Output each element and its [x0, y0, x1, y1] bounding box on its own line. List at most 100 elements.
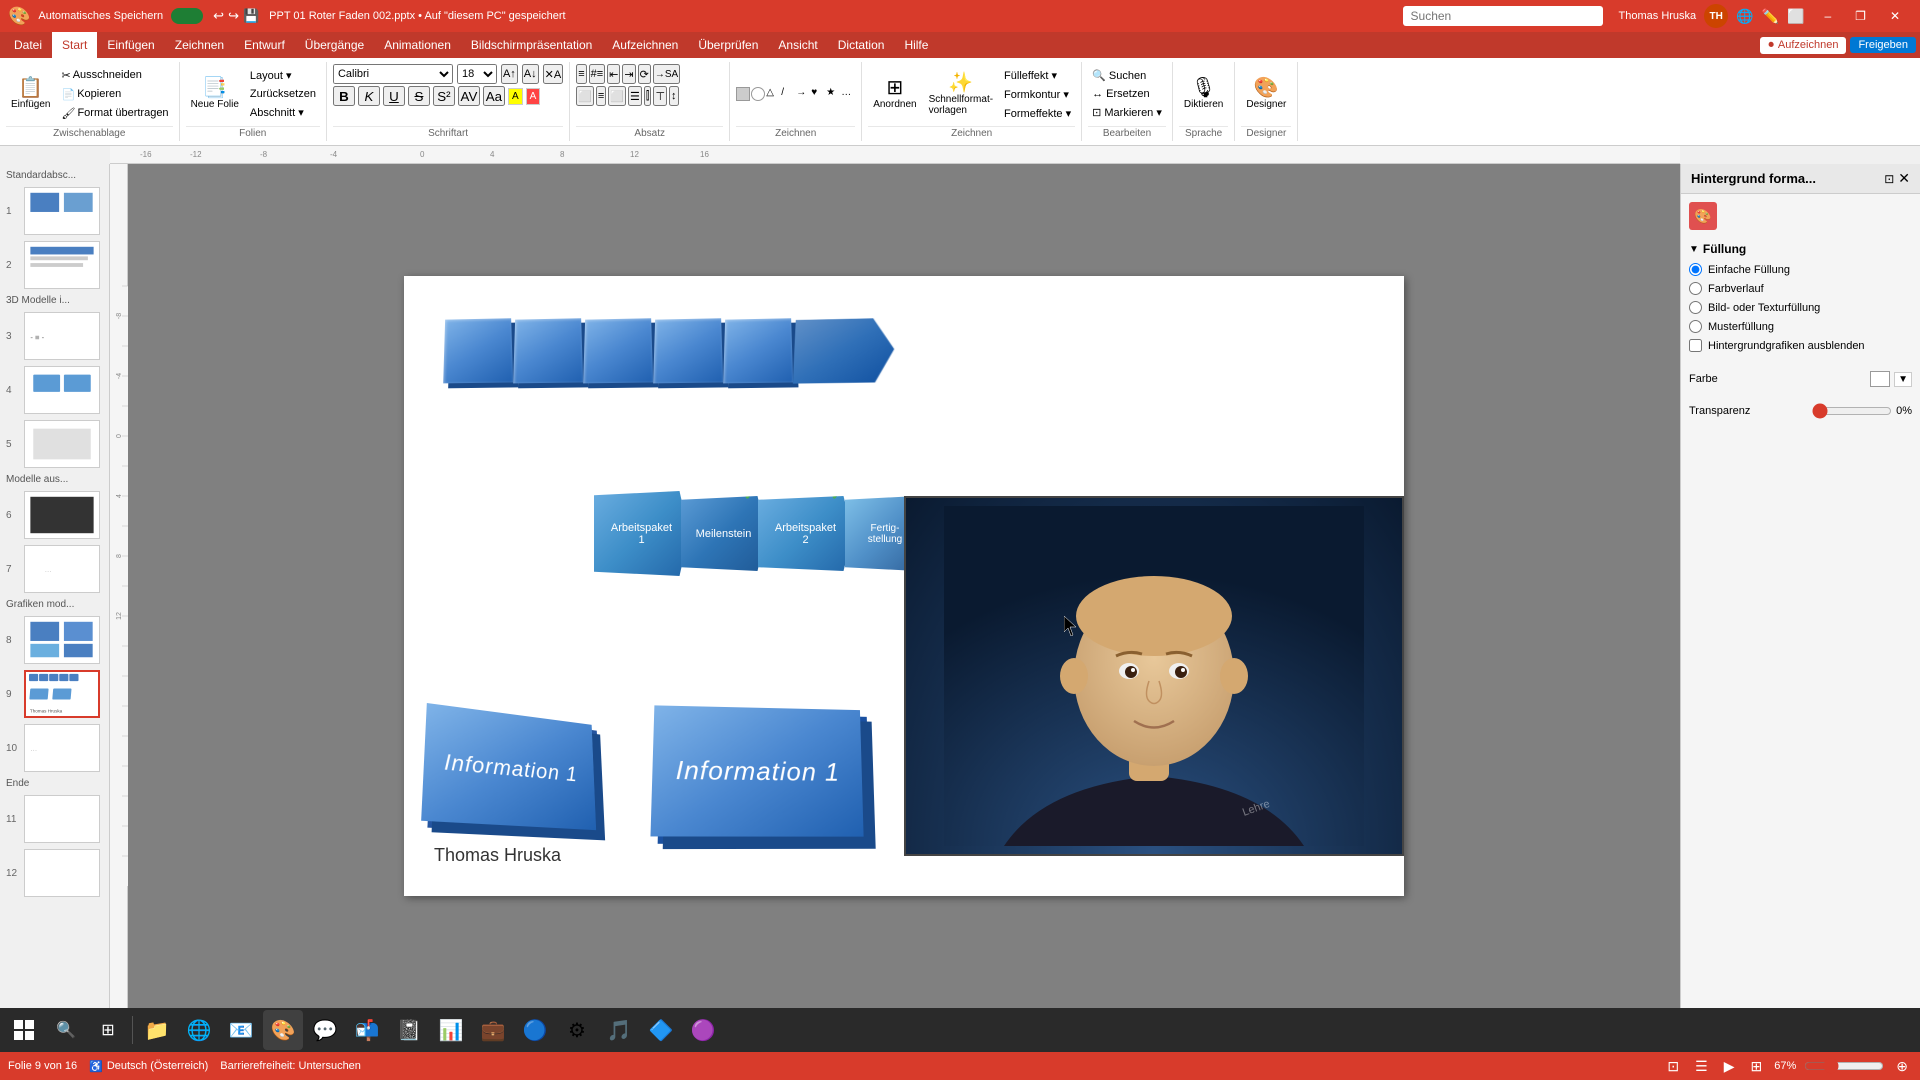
- key-arrow[interactable]: [793, 318, 896, 384]
- menu-item-uebergaenge[interactable]: Übergänge: [295, 32, 374, 58]
- col-btn[interactable]: ⫿: [644, 86, 652, 106]
- slide-thumb-7[interactable]: 7 ···: [2, 543, 107, 595]
- textalign-btn[interactable]: ⊤: [653, 86, 667, 106]
- format-transfer-btn[interactable]: 🖌 Format übertragen: [57, 105, 172, 122]
- slide-thumb-10[interactable]: 10 ···: [2, 722, 107, 774]
- shape-heart[interactable]: ♥: [811, 87, 825, 101]
- quick-style-btn[interactable]: ✨ Schnellformat-vorlagen: [924, 70, 998, 119]
- hide-bg-graphics-option[interactable]: Hintergrundgrafiken ausblenden: [1689, 336, 1912, 355]
- outlook-btn[interactable]: 📬: [347, 1010, 387, 1050]
- shape-more[interactable]: …: [841, 87, 855, 101]
- restore-btn[interactable]: ❐: [1843, 0, 1878, 32]
- onenote-btn[interactable]: 📓: [389, 1010, 429, 1050]
- section-toggle-filling[interactable]: ▼ Füllung: [1689, 238, 1912, 260]
- key-1[interactable]: [443, 318, 513, 383]
- shape-star[interactable]: ★: [826, 87, 840, 101]
- slack-btn[interactable]: 💼: [473, 1010, 513, 1050]
- app-btn-5[interactable]: 🟣: [683, 1010, 723, 1050]
- clear-format-btn[interactable]: ✕A: [543, 64, 564, 84]
- align-right-btn[interactable]: ⬜: [608, 86, 626, 106]
- align-left-btn[interactable]: ⬜: [576, 86, 594, 106]
- autosave-toggle[interactable]: [171, 8, 203, 24]
- dictate-btn[interactable]: 🎙 Diktieren: [1179, 75, 1228, 113]
- key-4[interactable]: [653, 318, 723, 383]
- globe-icon[interactable]: 🌐: [1736, 8, 1753, 25]
- file-explorer-btn[interactable]: 📁: [137, 1010, 177, 1050]
- freigeben-btn[interactable]: Freigeben: [1850, 37, 1916, 53]
- process-block-2[interactable]: ✓ Meilenstein: [681, 496, 766, 571]
- new-slide-btn[interactable]: 📑 Neue Folie: [186, 75, 244, 113]
- visio-btn[interactable]: 📊: [431, 1010, 471, 1050]
- slide-thumb-2[interactable]: 2: [2, 239, 107, 291]
- justify-btn[interactable]: ☰: [628, 86, 642, 106]
- edge-btn[interactable]: 🌐: [179, 1010, 219, 1050]
- mail-btn[interactable]: 📧: [221, 1010, 261, 1050]
- zoom-slider[interactable]: [1804, 1058, 1884, 1074]
- number-list-btn[interactable]: #≡: [589, 64, 606, 84]
- filling-option-1[interactable]: Einfache Füllung: [1689, 260, 1912, 279]
- info-box-1[interactable]: Information 1: [421, 703, 596, 830]
- redo-btn[interactable]: ↪: [228, 8, 239, 24]
- underline-btn[interactable]: U: [383, 86, 405, 106]
- app-btn-1[interactable]: 🔵: [515, 1010, 555, 1050]
- panel-undock-btn[interactable]: ⊡: [1884, 170, 1894, 187]
- filling-option-4[interactable]: Musterfüllung: [1689, 317, 1912, 336]
- reset-btn[interactable]: Zurücksetzen: [246, 86, 320, 102]
- linespacing-btn[interactable]: ↕: [669, 86, 679, 106]
- key-2[interactable]: [513, 318, 583, 383]
- app-btn-3[interactable]: 🎵: [599, 1010, 639, 1050]
- task-view-btn[interactable]: ⊞: [88, 1010, 128, 1050]
- filling-option-2[interactable]: Farbverlauf: [1689, 279, 1912, 298]
- save-btn[interactable]: 💾: [243, 8, 259, 24]
- expand-icon[interactable]: ⬜: [1787, 8, 1804, 25]
- spacing-btn[interactable]: AV: [458, 86, 480, 106]
- menu-item-hilfe[interactable]: Hilfe: [894, 32, 938, 58]
- indent-decrease-btn[interactable]: ⇤: [607, 64, 620, 84]
- normal-view-btn[interactable]: ⊡: [1663, 1058, 1683, 1075]
- strikethrough-btn[interactable]: S: [408, 86, 430, 106]
- bullet-list-btn[interactable]: ≡: [576, 64, 586, 84]
- font-size-select[interactable]: 18: [457, 64, 497, 84]
- slide-thumb-6[interactable]: 6: [2, 489, 107, 541]
- shape-circle[interactable]: [751, 87, 765, 101]
- fill-btn[interactable]: Fülleffekt ▾: [1000, 67, 1075, 84]
- fit-slide-btn[interactable]: ⊕: [1892, 1058, 1912, 1075]
- slide-thumb-3[interactable]: 3 - ≡ -: [2, 310, 107, 362]
- transparency-slider[interactable]: [1812, 403, 1892, 419]
- section-btn[interactable]: Abschnitt ▾: [246, 104, 320, 121]
- copy-btn[interactable]: 📄 Kopieren: [57, 86, 172, 103]
- shape-rect[interactable]: [736, 87, 750, 101]
- color-preview[interactable]: 🎨: [1689, 202, 1717, 230]
- app-btn-2[interactable]: ⚙: [557, 1010, 597, 1050]
- menu-item-bildschirmpraesSentation[interactable]: Bildschirmpräsentation: [461, 32, 602, 58]
- paste-btn[interactable]: 📋 Einfügen: [6, 75, 55, 113]
- case-btn[interactable]: Aa: [483, 86, 505, 106]
- text-direction-btn[interactable]: ⟳: [638, 64, 651, 84]
- minimize-btn[interactable]: –: [1812, 0, 1843, 32]
- shape-arrow[interactable]: →: [796, 87, 810, 101]
- key-3[interactable]: [583, 318, 653, 383]
- menu-item-datei[interactable]: Datei: [4, 32, 52, 58]
- menu-item-dictation[interactable]: Dictation: [828, 32, 895, 58]
- slide-thumb-11[interactable]: 11: [2, 793, 107, 845]
- shape-line[interactable]: /: [781, 87, 795, 101]
- undo-btn[interactable]: ↩: [213, 8, 224, 24]
- color-picker-btn[interactable]: ▼: [1894, 372, 1912, 387]
- info-box-2[interactable]: Information 1: [650, 705, 863, 836]
- slide-thumb-8[interactable]: 8: [2, 614, 107, 666]
- close-btn[interactable]: ✕: [1878, 0, 1912, 32]
- convert-smartart-btn[interactable]: →SA: [653, 64, 680, 84]
- effect-btn[interactable]: Formeffekte ▾: [1000, 105, 1075, 122]
- filling-option-3[interactable]: Bild- oder Texturfüllung: [1689, 298, 1912, 317]
- slide-thumb-4[interactable]: 4: [2, 364, 107, 416]
- bold-btn[interactable]: B: [333, 86, 355, 106]
- slideshow-view-btn[interactable]: ▶: [1720, 1058, 1739, 1075]
- align-center-btn[interactable]: ≡: [596, 86, 606, 106]
- app-btn-4[interactable]: 🔷: [641, 1010, 681, 1050]
- replace-btn[interactable]: ↔ Ersetzen: [1088, 86, 1166, 102]
- pen-icon[interactable]: ✏️: [1762, 8, 1779, 25]
- search-taskbar-btn[interactable]: 🔍: [46, 1010, 86, 1050]
- font-family-select[interactable]: Calibri: [333, 64, 453, 84]
- select-btn[interactable]: ⊡ Markieren ▾: [1088, 104, 1166, 121]
- font-increase-btn[interactable]: A↑: [501, 64, 518, 84]
